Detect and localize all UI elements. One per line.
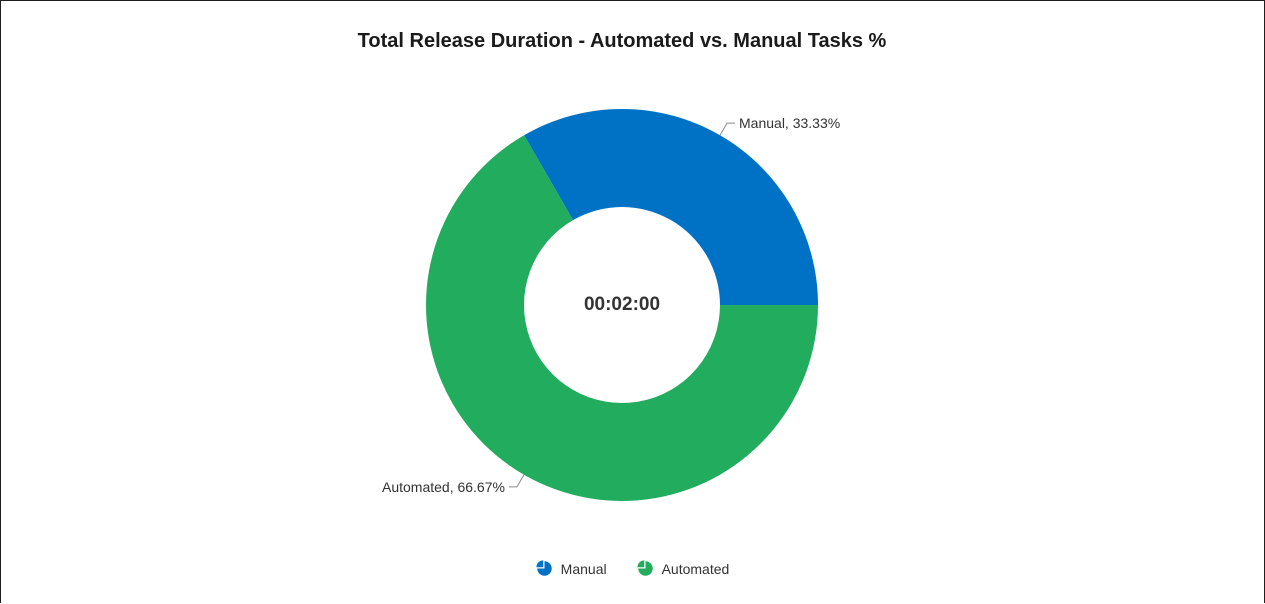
label-leader-line	[508, 474, 525, 488]
legend-label: Automated	[661, 560, 730, 577]
pie-chart-icon	[637, 560, 653, 576]
legend-item-manual[interactable]: Manual	[536, 560, 607, 577]
center-duration-label: 00:02:00	[584, 294, 660, 315]
donut-chart: Total Release Duration - Automated vs. M…	[358, 30, 887, 501]
pie-chart-icon	[536, 560, 552, 576]
data-label-automated: Automated, 66.67%	[382, 479, 505, 495]
legend-label: Manual	[560, 560, 607, 577]
chart-title: Total Release Duration - Automated vs. M…	[358, 30, 887, 52]
data-label-manual: Manual, 33.33%	[739, 115, 840, 131]
slice-manual[interactable]	[524, 109, 818, 305]
label-leader-line	[719, 122, 736, 136]
chart-legend: Manual Automated	[0, 560, 1265, 577]
legend-item-automated[interactable]: Automated	[637, 560, 730, 577]
